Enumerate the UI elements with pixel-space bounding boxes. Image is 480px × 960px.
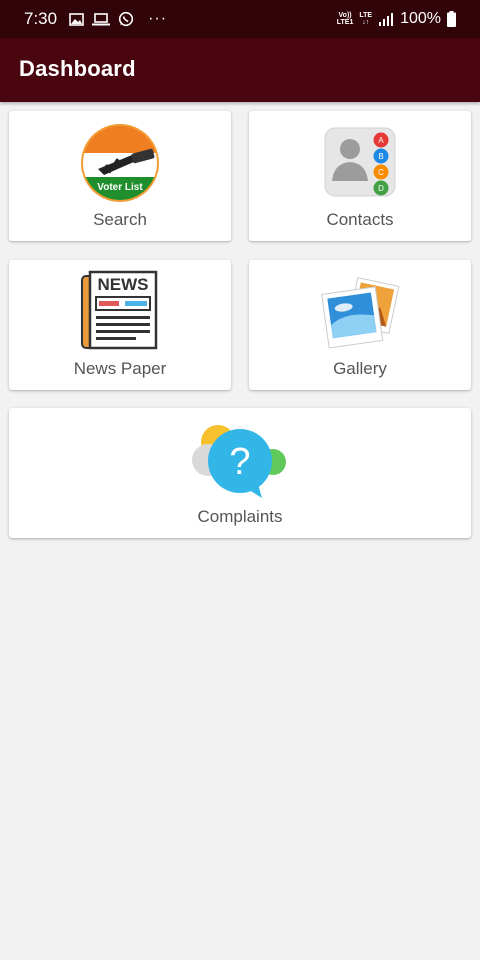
battery-icon xyxy=(447,11,456,27)
system-icons: Vo)) LTE1 LTE ↓↑ 100% xyxy=(337,10,456,28)
signal-icon xyxy=(379,12,394,26)
newspaper-tile[interactable]: NEWS News Paper xyxy=(9,260,231,390)
contacts-label: Contacts xyxy=(326,210,394,229)
notification-icons: ··· xyxy=(69,10,167,28)
svg-text:D: D xyxy=(378,184,384,193)
complaints-tile[interactable]: ? Complaints xyxy=(9,408,471,538)
newspaper-label: News Paper xyxy=(73,359,167,378)
newspaper-icon: NEWS xyxy=(81,270,158,350)
news-text: NEWS xyxy=(98,275,149,294)
gallery-icon xyxy=(321,277,400,349)
voter-list-text: Voter List xyxy=(97,182,143,193)
image-icon xyxy=(69,12,84,26)
contacts-tile[interactable]: A B C D Contacts xyxy=(249,111,471,241)
voter-list-icon: Voter List xyxy=(81,124,159,202)
lte-indicator: LTE ↓↑ xyxy=(359,12,373,26)
whatsapp-icon xyxy=(118,11,134,27)
svg-text:C: C xyxy=(378,168,384,177)
svg-text:A: A xyxy=(378,136,384,145)
svg-text:B: B xyxy=(378,152,383,161)
battery-percentage: 100% xyxy=(400,10,441,27)
question-mark: ? xyxy=(229,441,250,483)
app-bar: Dashboard xyxy=(0,38,480,102)
laptop-icon xyxy=(92,12,111,25)
gallery-tile[interactable]: Gallery xyxy=(249,260,471,390)
volte-indicator: Vo)) LTE1 xyxy=(336,12,354,26)
contacts-icon: A B C D xyxy=(324,127,396,197)
page-title: Dashboard xyxy=(19,56,136,81)
search-label: Search xyxy=(93,210,147,229)
question-bubble-icon: ? xyxy=(192,425,286,498)
search-tile[interactable]: Voter List Search xyxy=(9,111,231,241)
more-notifications-icon: ··· xyxy=(148,10,168,27)
status-time: 7:30 xyxy=(24,9,58,28)
status-bar: 7:30 ··· Vo)) LTE1 LTE ↓↑ 100% xyxy=(0,0,480,38)
gallery-label: Gallery xyxy=(333,359,387,378)
complaints-label: Complaints xyxy=(197,507,283,526)
